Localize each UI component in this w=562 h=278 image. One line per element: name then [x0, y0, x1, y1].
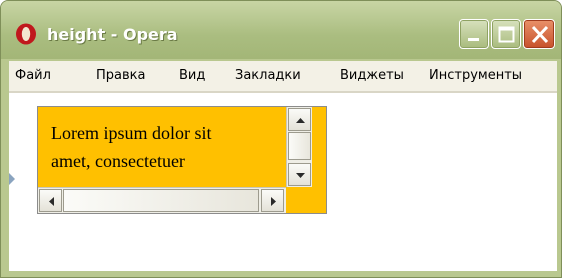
overflow-box[interactable]: Lorem ipsum dolor sit amet, consectetuer: [37, 106, 327, 214]
close-button[interactable]: [523, 19, 555, 49]
overflow-box-text: Lorem ipsum dolor sit amet, consectetuer: [51, 123, 212, 171]
menu-bookmarks[interactable]: Закладки: [235, 68, 301, 83]
arrow-down-icon: [296, 173, 305, 178]
page-viewport: Lorem ipsum dolor sit amet, consectetuer: [9, 93, 557, 271]
menu-file[interactable]: Файл: [15, 68, 51, 83]
title-bar[interactable]: height - Opera: [1, 1, 561, 59]
scroll-right-button[interactable]: [261, 189, 284, 212]
arrow-up-icon: [296, 118, 305, 123]
maximize-button[interactable]: [491, 19, 521, 49]
menu-bar: Файл Правка Вид Закладки Виджеты Инструм…: [9, 61, 557, 91]
sidebar-toggle-arrow-icon[interactable]: [9, 173, 15, 185]
maximize-icon: [498, 26, 515, 43]
vertical-scroll-thumb[interactable]: [288, 132, 311, 160]
arrow-right-icon: [271, 197, 276, 206]
menu-tools[interactable]: Инструменты: [429, 68, 522, 83]
menu-view[interactable]: Вид: [179, 68, 205, 83]
scroll-left-button[interactable]: [39, 189, 62, 212]
menu-edit[interactable]: Правка: [96, 68, 145, 83]
window-title: height - Opera: [47, 25, 178, 44]
horizontal-scrollbar[interactable]: [38, 187, 286, 213]
opera-logo-icon: [16, 23, 36, 45]
arrow-left-icon: [49, 197, 54, 206]
browser-window: height - Opera Файл Правка Вид Закладки …: [0, 0, 562, 278]
minimize-button[interactable]: [459, 19, 489, 49]
minimize-icon: [468, 38, 479, 41]
horizontal-scroll-thumb[interactable]: [63, 189, 259, 212]
menu-widgets[interactable]: Виджеты: [340, 68, 404, 83]
close-icon: [531, 25, 549, 44]
scroll-down-button[interactable]: [288, 163, 311, 186]
vertical-scrollbar[interactable]: [286, 107, 312, 187]
scroll-up-button[interactable]: [288, 108, 311, 131]
